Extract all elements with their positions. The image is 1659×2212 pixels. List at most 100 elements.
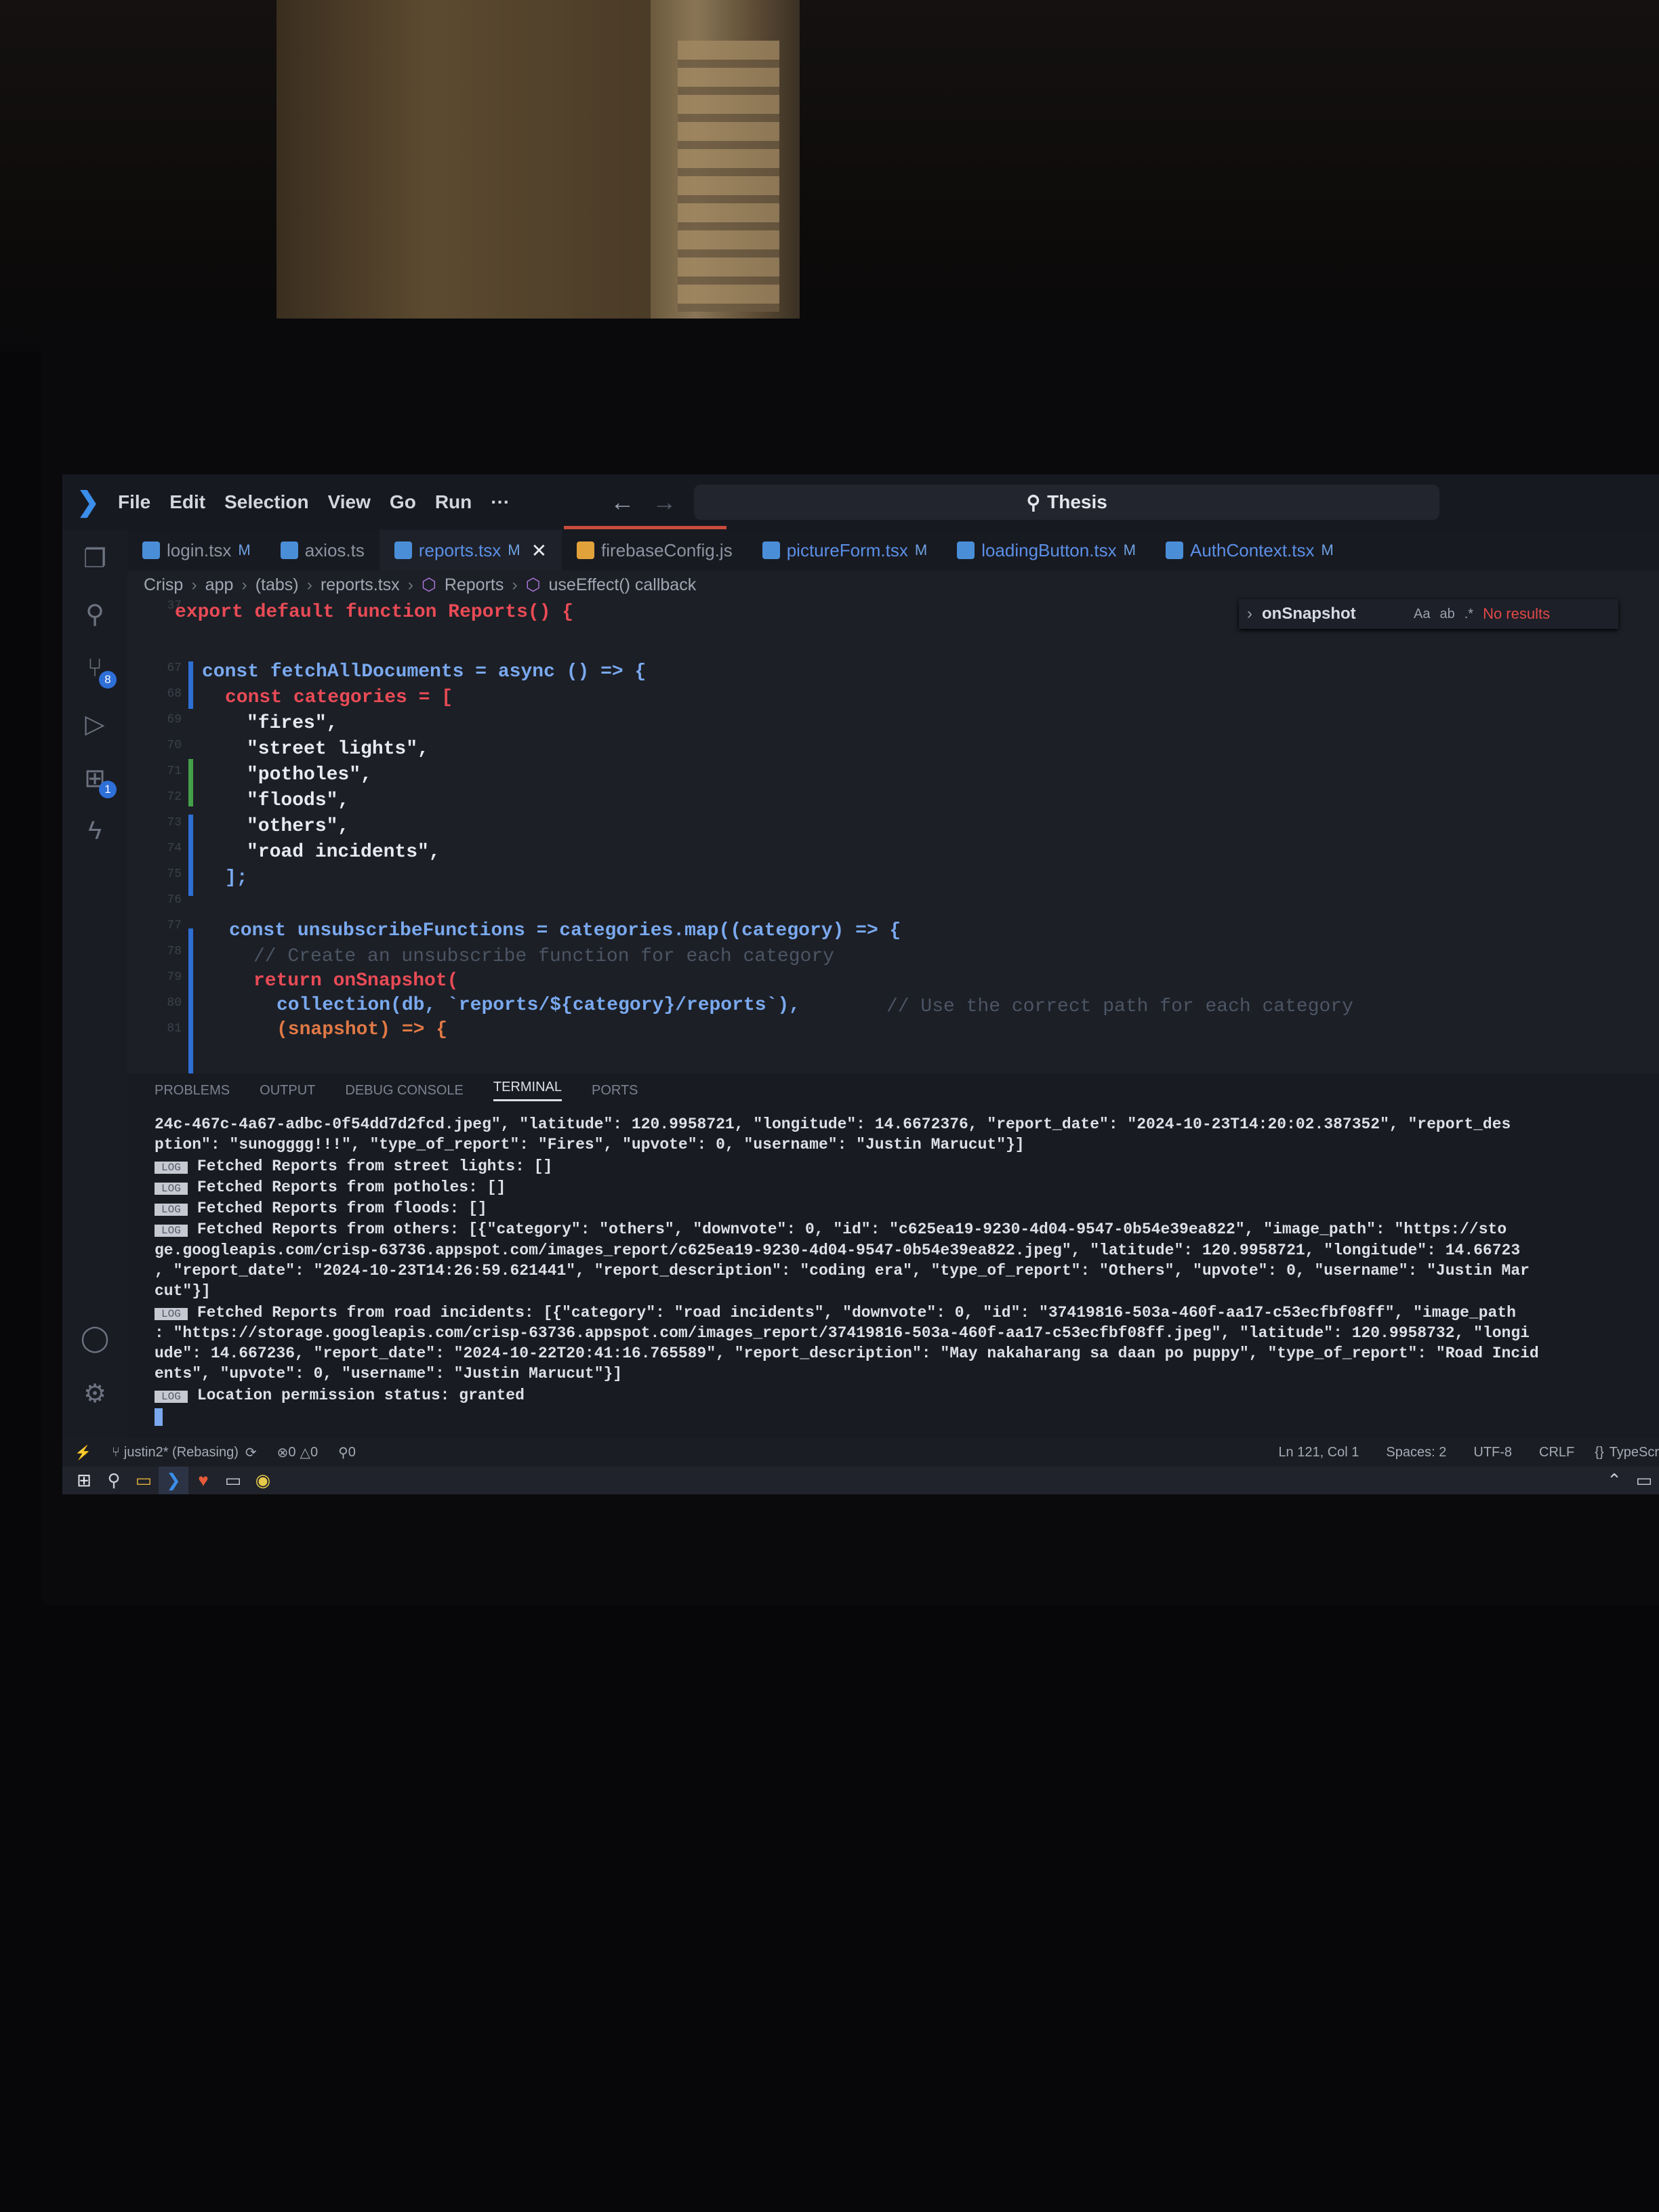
chevron-right-icon: › xyxy=(191,575,197,594)
breadcrumb-item[interactable]: (tabs) xyxy=(255,575,299,595)
back-arrow-icon[interactable]: ← xyxy=(610,488,634,516)
code-line: export default function Reports() { xyxy=(175,602,574,623)
forward-arrow-icon[interactable]: → xyxy=(652,488,676,516)
menu-file[interactable]: File xyxy=(118,491,150,513)
terminal-line: LOG Fetched Reports from street lights: [… xyxy=(155,1158,552,1175)
menu-edit[interactable]: Edit xyxy=(169,491,205,513)
tab-reports[interactable]: reports.tsx M ✕ xyxy=(379,530,562,571)
tab-problems[interactable]: PROBLEMS xyxy=(155,1083,230,1099)
branch-icon: ⑂ xyxy=(111,1444,120,1460)
find-widget[interactable]: › onSnapshot Aa ab .* No results xyxy=(1239,599,1618,629)
breadcrumb-item[interactable]: app xyxy=(205,575,234,595)
folder-icon[interactable]: ▭ xyxy=(129,1467,159,1494)
code-string: "floods", xyxy=(247,790,350,811)
windows-taskbar: ⊞ ⚲ ▭ ❯ ♥ ▭ ◉ ⌃ ▭ xyxy=(62,1467,1659,1494)
error-count[interactable]: 0 xyxy=(288,1445,295,1460)
code-string: "road incidents", xyxy=(247,842,441,863)
vscode-taskbar-icon[interactable]: ❯ xyxy=(159,1467,188,1494)
account-icon[interactable]: ◯ xyxy=(79,1322,111,1354)
tab-pictureform[interactable]: pictureForm.tsx M xyxy=(747,530,942,571)
brave-browser-icon[interactable]: ♥ xyxy=(188,1467,218,1494)
extensions-icon[interactable]: ⊞ 1 xyxy=(79,762,117,798)
editor-tabs: login.tsx M axios.ts reports.tsx M ✕ fireba… xyxy=(127,530,1659,571)
shelf-background xyxy=(678,41,779,312)
branch-name[interactable]: justin2* (Rebasing) xyxy=(124,1445,239,1460)
code-content: export default function Reports() { cons… xyxy=(127,599,1618,1073)
ports-icon: ⚲ xyxy=(338,1445,348,1460)
terminal-icon[interactable]: ▭ xyxy=(218,1467,248,1494)
regex-icon[interactable]: .* xyxy=(1465,607,1473,622)
source-control-icon[interactable]: ⑂ 8 xyxy=(79,652,117,689)
chevron-right-icon[interactable]: › xyxy=(1247,605,1252,623)
language-mode[interactable]: TypeScr xyxy=(1610,1445,1659,1460)
breadcrumb: Crisp › app › (tabs) › reports.tsx › ⬡ Report… xyxy=(144,571,696,599)
remote-icon[interactable]: ⚡ xyxy=(75,1444,91,1461)
chevron-up-icon[interactable]: ⌃ xyxy=(1599,1467,1629,1494)
cursor-position[interactable]: Ln 121, Col 1 xyxy=(1278,1445,1359,1460)
menu-selection[interactable]: Selection xyxy=(224,491,308,513)
terminal-text: Fetched Reports from street lights: [] xyxy=(197,1158,553,1175)
command-center-search[interactable]: ⚲ Thesis xyxy=(694,485,1440,520)
tab-axios[interactable]: axios.ts xyxy=(266,530,380,571)
gear-icon[interactable]: ⚙ xyxy=(79,1377,111,1410)
breadcrumb-item[interactable]: useEffect() callback xyxy=(549,575,697,595)
terminal-line: , "report_date": "2024-10-23T14:26:59.62… xyxy=(155,1262,1530,1279)
find-input[interactable]: onSnapshot xyxy=(1262,605,1404,623)
log-tag: LOG xyxy=(155,1225,188,1237)
chrome-icon[interactable]: ◉ xyxy=(248,1467,278,1494)
chevron-right-icon: › xyxy=(407,575,413,594)
indentation[interactable]: Spaces: 2 xyxy=(1386,1445,1446,1460)
files-icon[interactable]: ❐ xyxy=(79,542,111,575)
tab-authcontext[interactable]: AuthContext.tsx M xyxy=(1151,530,1349,571)
tab-terminal[interactable]: TERMINAL xyxy=(493,1080,562,1101)
warning-count[interactable]: 0 xyxy=(310,1445,318,1460)
breadcrumb-item[interactable]: Crisp xyxy=(144,575,183,595)
tab-login[interactable]: login.tsx M xyxy=(127,530,266,571)
symbol-icon: ⬡ xyxy=(421,575,436,594)
menu-view[interactable]: View xyxy=(328,491,371,513)
terminal-text: Location permission status: granted xyxy=(197,1387,525,1404)
code-editor[interactable]: 37 67 68 69 70 71 72 73 74 75 76 77 78 7… xyxy=(127,599,1659,1073)
search-icon[interactable]: ⚲ xyxy=(79,598,111,630)
ports-count[interactable]: 0 xyxy=(348,1445,356,1460)
tab-output[interactable]: OUTPUT xyxy=(260,1083,315,1099)
network-icon[interactable]: ▭ xyxy=(1629,1467,1659,1494)
terminal-line: : "https://storage.googleapis.com/crisp-… xyxy=(155,1324,1530,1342)
menu-go[interactable]: Go xyxy=(390,491,416,513)
code-line: return onSnapshot( xyxy=(253,970,459,991)
panel-tabs: PROBLEMS OUTPUT DEBUG CONSOLE TERMINAL P… xyxy=(155,1073,638,1107)
flash-icon[interactable]: ϟ xyxy=(79,815,111,847)
log-tag: LOG xyxy=(155,1391,188,1403)
breadcrumb-item[interactable]: reports.tsx xyxy=(321,575,400,595)
vscode-window: ❯ File Edit Selection View Go Run ··· ← … xyxy=(62,474,1659,1494)
tsx-file-icon xyxy=(957,541,975,559)
search-icon: ⚲ xyxy=(1026,491,1041,513)
close-icon[interactable]: ✕ xyxy=(531,539,547,562)
tab-loadingbutton[interactable]: loadingButton.tsx M xyxy=(942,530,1151,571)
code-comment: // Create an unsubscribe function for ea… xyxy=(253,946,834,967)
tab-label: login.tsx xyxy=(167,539,232,560)
run-debug-icon[interactable]: ▷ xyxy=(79,708,111,740)
tab-debug-console[interactable]: DEBUG CONSOLE xyxy=(345,1083,463,1099)
encoding[interactable]: UTF-8 xyxy=(1473,1445,1512,1460)
menu-run[interactable]: Run xyxy=(435,491,472,513)
windows-start-icon[interactable]: ⊞ xyxy=(69,1467,99,1494)
code-comment: // Use the correct path for each categor… xyxy=(886,996,1353,1017)
tsx-file-icon xyxy=(394,541,412,559)
log-tag: LOG xyxy=(155,1204,188,1216)
sync-icon[interactable]: ⟳ xyxy=(245,1444,257,1461)
menu-more[interactable]: ··· xyxy=(491,491,510,513)
tab-firebaseconfig[interactable]: firebaseConfig.js xyxy=(562,530,747,571)
line-ending[interactable]: CRLF xyxy=(1539,1445,1574,1460)
code-line: collection(db, `reports/${category}/repo… xyxy=(276,995,800,1016)
match-case-toggle[interactable]: Aa xyxy=(1414,607,1430,622)
activity-bar: ❐ ⚲ ⑂ 8 ▷ ⊞ 1 ϟ ◯ ⚙ xyxy=(62,530,127,1438)
terminal-line: ude": 14.667236, "report_date": "2024-10… xyxy=(155,1345,1539,1362)
terminal-text: Fetched Reports from others: [{"category… xyxy=(197,1221,1507,1238)
tab-ports[interactable]: PORTS xyxy=(592,1083,638,1099)
code-line: const fetchAllDocuments = async () => { xyxy=(202,661,647,682)
modified-badge: M xyxy=(914,541,928,558)
search-icon[interactable]: ⚲ xyxy=(99,1467,129,1494)
match-word-icon[interactable]: ab xyxy=(1439,607,1454,622)
breadcrumb-item[interactable]: Reports xyxy=(445,575,504,595)
